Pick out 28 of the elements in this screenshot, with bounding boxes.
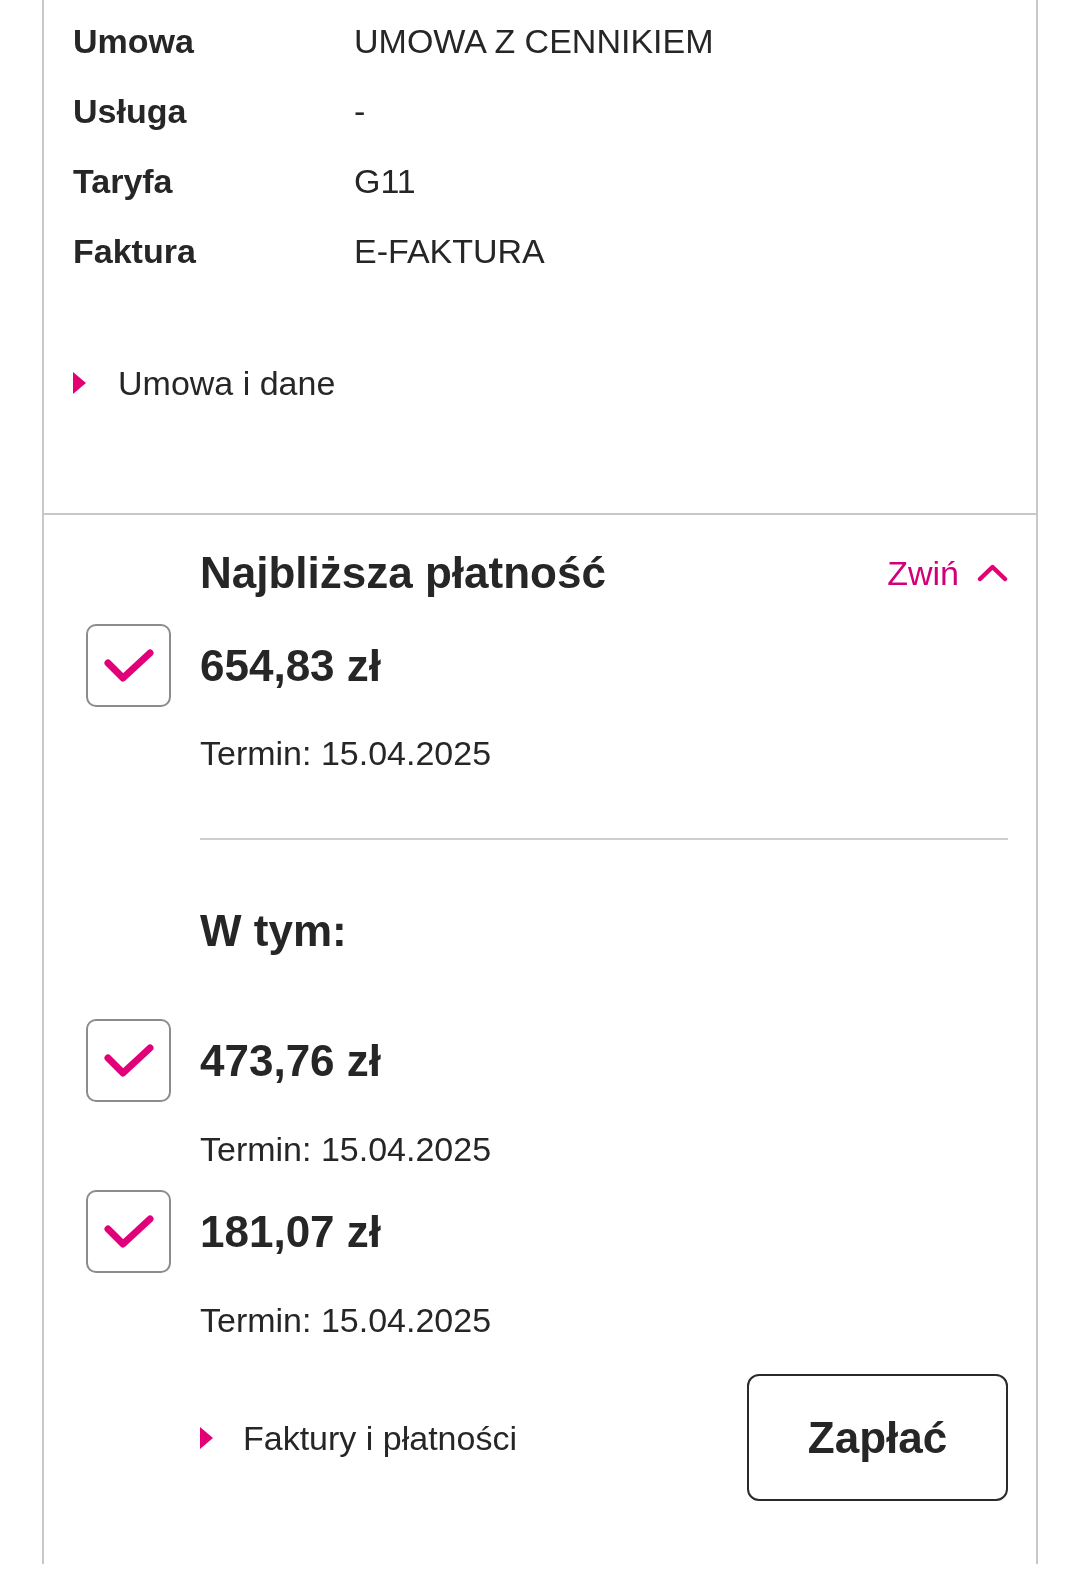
caret-icon [200, 1426, 213, 1449]
pay-button[interactable]: Zapłać [747, 1374, 1008, 1501]
collapse-toggle[interactable]: Zwiń [887, 548, 1008, 598]
contract-link[interactable]: Umowa i dane [73, 358, 336, 408]
detail-label: Taryfa [73, 161, 174, 202]
breakdown-title: W tym: [200, 905, 347, 957]
check-icon [103, 1213, 154, 1250]
detail-label: Umowa [73, 21, 195, 62]
check-icon [103, 647, 154, 684]
section-title: Najbliższa płatność [200, 547, 606, 599]
amount: 654,83 zł [200, 639, 382, 692]
amount: 181,07 zł [200, 1205, 382, 1258]
detail-value: UMOWA Z CENNIKIEM [354, 21, 715, 62]
checkbox[interactable] [86, 1019, 171, 1102]
detail-value: G11 [354, 161, 417, 202]
due-date: Termin: 15.04.2025 [200, 1300, 492, 1341]
due-date: Termin: 15.04.2025 [200, 733, 492, 774]
detail-label: Usługa [73, 91, 188, 132]
invoices-link[interactable]: Faktury i płatności [200, 1412, 517, 1463]
due-date: Termin: 15.04.2025 [200, 1129, 492, 1170]
checkbox[interactable] [86, 1190, 171, 1273]
check-icon [103, 1042, 154, 1079]
detail-value: E-FAKTURA [354, 231, 546, 272]
detail-value: - [354, 91, 367, 132]
amount: 473,76 zł [200, 1034, 382, 1087]
caret-icon [73, 372, 86, 394]
checkbox[interactable] [86, 624, 171, 707]
detail-label: Faktura [73, 231, 197, 272]
